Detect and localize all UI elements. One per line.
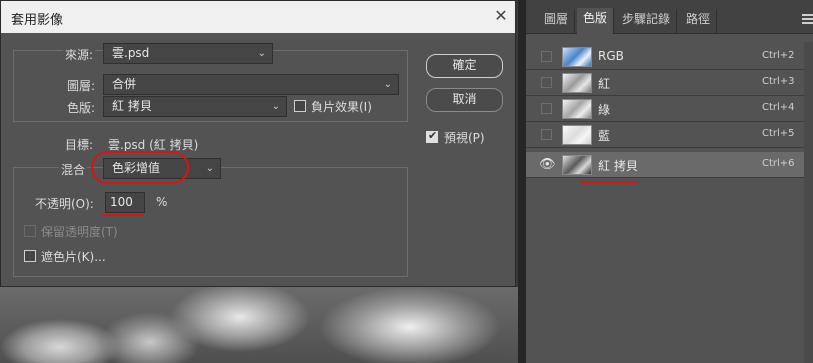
invert-checkbox[interactable]: [294, 100, 306, 112]
layer-value: 合併: [112, 77, 137, 91]
target-label: 目標:: [65, 138, 94, 152]
chevron-down-icon: ⌄: [205, 163, 214, 174]
cancel-label: 取消: [452, 92, 477, 106]
tab-label: 圖層: [544, 12, 569, 26]
tab-layers[interactable]: 圖層: [538, 9, 576, 34]
channel-shortcut: Ctrl+2: [762, 50, 795, 61]
mask-label: 遮色片(K)...: [41, 250, 106, 264]
ok-label: 確定: [452, 58, 477, 72]
chevron-down-icon: ⌄: [271, 101, 280, 112]
visibility-toggle[interactable]: [541, 77, 552, 88]
chevron-down-icon: ⌄: [383, 79, 392, 90]
source-label: 來源:: [63, 46, 96, 63]
visibility-toggle[interactable]: [541, 129, 552, 140]
preview-label: 預視(P): [444, 131, 485, 145]
tab-paths[interactable]: 路徑: [680, 9, 718, 34]
channel-shortcut: Ctrl+6: [762, 158, 795, 169]
tab-label: 色版: [583, 11, 608, 25]
chevron-down-icon: ⌄: [257, 48, 266, 59]
channel-name: 紅: [598, 77, 611, 91]
opacity-label: 不透明(O):: [35, 197, 94, 211]
apply-image-dialog: 套用影像 ✕ 來源: 雲.psd ⌄ 圖層: 合併 ⌄ 色版: 紅 拷貝 ⌄ 負…: [0, 0, 516, 287]
annotation-circle: [91, 151, 189, 184]
close-icon[interactable]: ✕: [491, 6, 511, 26]
dialog-titlebar[interactable]: 套用影像 ✕: [1, 1, 515, 33]
channel-row-blue[interactable]: 藍 Ctrl+5: [526, 122, 804, 148]
channel-thumbnail: [562, 73, 592, 93]
channel-row-rgb[interactable]: RGB Ctrl+2: [526, 44, 804, 70]
preview-checkbox[interactable]: [426, 129, 438, 143]
annotation-underline: [580, 181, 638, 183]
panel-menu-icon[interactable]: [802, 14, 813, 24]
channel-thumbnail: [562, 155, 592, 175]
channel-thumbnail: [562, 99, 592, 119]
panel-gutter: [518, 0, 526, 363]
ok-button[interactable]: 確定: [426, 54, 503, 78]
invert-label: 負片效果(I): [311, 100, 372, 114]
tab-label: 路徑: [686, 12, 711, 26]
preserve-transparency-label: 保留透明度(T): [41, 225, 118, 239]
document-image: [0, 287, 518, 363]
channel-name: 紅 拷貝: [598, 159, 638, 173]
mask-checkbox[interactable]: [24, 250, 36, 262]
opacity-input[interactable]: 100: [105, 192, 145, 213]
opacity-value: 100: [110, 195, 133, 209]
preserve-transparency-checkbox[interactable]: [24, 225, 36, 237]
tab-history[interactable]: 步驟記錄: [616, 9, 678, 34]
channel-shortcut: Ctrl+5: [762, 128, 795, 139]
channel-name: 藍: [598, 129, 611, 143]
channel-thumbnail: [562, 47, 592, 67]
channel-name: 綠: [598, 103, 611, 117]
annotation-underline: [102, 214, 144, 216]
layer-select[interactable]: 合併 ⌄: [103, 74, 399, 95]
channel-row-green[interactable]: 綠 Ctrl+4: [526, 96, 804, 122]
layer-label: 圖層:: [67, 79, 96, 93]
channel-shortcut: Ctrl+3: [762, 76, 795, 87]
channel-row-red[interactable]: 紅 Ctrl+3: [526, 70, 804, 96]
channels-panel: 圖層 色版 步驟記錄 路徑 RGB Ctrl+2 紅 Ctrl+3 綠 Ctrl…: [526, 0, 813, 363]
channel-label: 色版:: [67, 101, 96, 115]
panel-scrollbar[interactable]: [804, 42, 813, 363]
blending-label: 混合: [59, 161, 88, 178]
channel-thumbnail: [562, 125, 592, 145]
tab-label: 步驟記錄: [622, 12, 671, 26]
visibility-toggle[interactable]: [541, 51, 552, 62]
source-select[interactable]: 雲.psd ⌄: [103, 43, 273, 64]
opacity-unit: %: [156, 195, 168, 209]
dialog-title: 套用影像: [11, 13, 64, 28]
panel-tabbar: 圖層 色版 步驟記錄 路徑: [526, 0, 813, 34]
tab-channels[interactable]: 色版: [577, 8, 615, 34]
channel-row-red-copy[interactable]: 👁 紅 拷貝 Ctrl+6: [526, 152, 804, 178]
cancel-button[interactable]: 取消: [426, 88, 503, 112]
channel-value: 紅 拷貝: [112, 99, 152, 113]
visibility-toggle[interactable]: [541, 103, 552, 114]
eye-icon[interactable]: 👁: [539, 157, 556, 172]
channel-name: RGB: [598, 49, 624, 63]
source-value: 雲.psd: [112, 46, 150, 60]
channel-shortcut: Ctrl+4: [762, 102, 795, 113]
channel-select[interactable]: 紅 拷貝 ⌄: [103, 96, 287, 117]
